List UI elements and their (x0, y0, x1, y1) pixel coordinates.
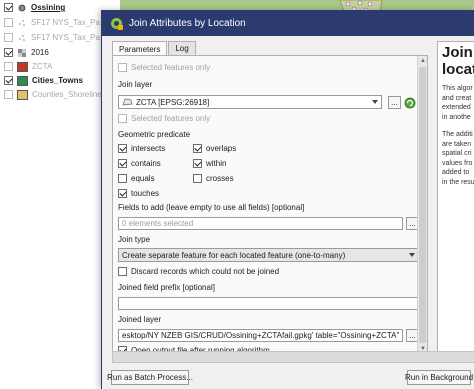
parameters-pane: Selected features only Join layer ZCTA [… (112, 55, 428, 355)
layer-visibility-checkbox[interactable] (4, 3, 13, 12)
layer-label: ZCTA (32, 62, 53, 71)
help-text-line: are taken (442, 140, 472, 148)
layer-label: Ossining (31, 3, 66, 12)
scroll-up-icon[interactable]: ▲ (419, 57, 427, 65)
raster-layer-icon (17, 48, 27, 58)
layer-visibility-checkbox[interactable] (4, 48, 13, 57)
iterate-icon[interactable] (403, 96, 416, 109)
tab-parameters[interactable]: Parameters (112, 41, 168, 56)
help-text-line: This algor (442, 85, 473, 92)
help-text-line: in anothe (442, 113, 471, 121)
dialog-tabs: Parameters Log (112, 41, 197, 56)
joined-layer-label: Joined layer (118, 315, 162, 324)
fields-to-add-label: Fields to add (leave empty to use all fi… (118, 203, 305, 212)
point-layer-icon (17, 33, 27, 43)
join-layer-label: Join layer (118, 80, 153, 89)
chevron-down-icon (372, 100, 378, 104)
predicate-contains-checkbox[interactable]: contains (118, 159, 161, 168)
joined-layer-output-input[interactable]: esktop/NY NZEB GIS/CRUD/Ossining+ZCTAfai… (118, 329, 403, 342)
tab-log[interactable]: Log (168, 41, 196, 55)
selected-features-only-checkbox-2[interactable]: Selected features only (118, 114, 210, 123)
progress-bar (112, 351, 474, 363)
help-title-line-1: Join a (442, 44, 474, 61)
predicate-equals-checkbox[interactable]: equals (118, 174, 155, 183)
run-in-background-button[interactable]: Run in Background (405, 370, 473, 385)
geometric-predicate-label: Geometric predicate (118, 130, 191, 139)
help-title-line-2: locati (442, 61, 474, 78)
help-text-line: The additi (442, 131, 473, 138)
scrollbar-thumb[interactable] (419, 67, 426, 343)
layer-visibility-checkbox[interactable] (4, 90, 13, 99)
join-type-select[interactable]: Create separate feature for each located… (118, 248, 419, 262)
help-text-line: and creat (442, 94, 472, 102)
predicate-within-checkbox[interactable]: within (193, 159, 226, 168)
join-layer-browse-button[interactable]: ... (388, 96, 401, 109)
join-type-label: Join type (118, 235, 151, 244)
fields-to-add-input[interactable]: 0 elements selected (118, 217, 403, 230)
point-layer-icon (17, 3, 27, 13)
point-layer-icon (17, 18, 27, 28)
layer-label: SF17 NYS_Tax_Pa (31, 33, 100, 42)
help-text-line: extended (442, 104, 471, 111)
qgis-logo-icon (110, 17, 124, 31)
layer-label: 2016 (31, 48, 49, 57)
layer-visibility-checkbox[interactable] (4, 76, 13, 85)
polygon-swatch-icon (17, 75, 28, 86)
layer-visibility-checkbox[interactable] (4, 18, 13, 27)
layer-label: Counties_Shoreline (32, 90, 102, 99)
polygon-swatch-icon (17, 61, 28, 72)
joined-field-prefix-input[interactable] (118, 297, 419, 310)
help-text-line: added to (442, 169, 470, 176)
polygon-swatch-icon (17, 89, 28, 100)
layer-visibility-checkbox[interactable] (4, 62, 13, 71)
chevron-down-icon (409, 253, 415, 257)
polygon-layer-icon (122, 98, 133, 106)
dialog-title: Join Attributes by Location (129, 18, 246, 29)
predicate-crosses-checkbox[interactable]: crosses (193, 174, 234, 183)
predicate-overlaps-checkbox[interactable]: overlaps (193, 144, 236, 153)
discard-records-checkbox[interactable]: Discard records which could not be joine… (118, 267, 279, 276)
join-attributes-dialog: Join Attributes by Location Parameters L… (101, 10, 474, 389)
selected-features-only-checkbox-1[interactable]: Selected features only (118, 63, 210, 72)
joined-field-prefix-label: Joined field prefix [optional] (118, 283, 215, 292)
layer-label: Cities_Towns (32, 76, 83, 85)
parameters-scrollbar[interactable]: ▲ ▼ (417, 56, 427, 354)
layer-label: SF17 NYS_Tax_Pa (31, 18, 100, 27)
join-layer-select[interactable]: ZCTA [EPSG:26918] (118, 95, 382, 109)
help-text-line: in the resu (442, 178, 474, 186)
algorithm-help-panel: Join a locati This algor and creat exten… (437, 41, 474, 356)
help-text-line: spatial cri (442, 150, 472, 157)
help-text-line: values fro (442, 159, 473, 167)
dialog-title-bar[interactable]: Join Attributes by Location (102, 11, 474, 36)
predicate-touches-checkbox[interactable]: touches (118, 189, 159, 198)
predicate-intersects-checkbox[interactable]: intersects (118, 144, 165, 153)
run-as-batch-button[interactable]: Run as Batch Process... (107, 370, 193, 385)
layer-visibility-checkbox[interactable] (4, 33, 13, 42)
